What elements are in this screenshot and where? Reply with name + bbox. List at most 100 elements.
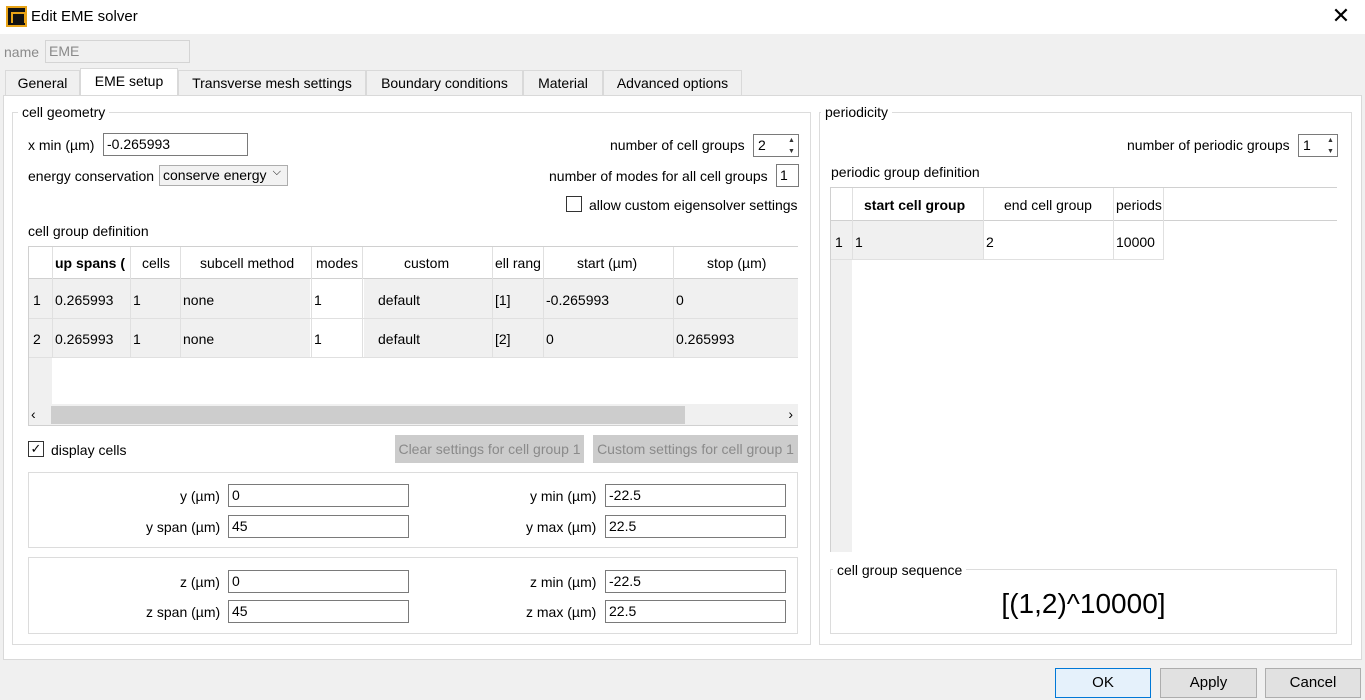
- col-header[interactable]: stop (µm): [704, 255, 769, 271]
- energy-conservation-label: energy conservation: [28, 168, 155, 184]
- y-label: y (µm): [180, 488, 220, 504]
- periods-cell[interactable]: 10000: [1113, 234, 1158, 250]
- stop-cell[interactable]: 0: [673, 292, 687, 308]
- cell-range-cell[interactable]: [2]: [492, 331, 514, 347]
- y-span-field[interactable]: 45: [228, 515, 409, 538]
- end-cell-group-cell[interactable]: 2: [983, 234, 997, 250]
- num-cell-groups-value: 2: [758, 137, 766, 153]
- y-span-label: y span (µm): [146, 519, 221, 535]
- num-cell-groups-spinbox[interactable]: 2 ▲ ▼: [753, 134, 799, 157]
- col-header[interactable]: start (µm): [574, 255, 640, 271]
- scroll-right-icon[interactable]: ›: [788, 406, 793, 422]
- allow-custom-checkbox[interactable]: [566, 196, 582, 212]
- clear-settings-button[interactable]: Clear settings for cell group 1: [395, 435, 584, 463]
- col-header[interactable]: modes: [313, 255, 361, 271]
- app-logo-icon: [6, 6, 27, 27]
- modes-cell[interactable]: 1: [311, 331, 325, 347]
- energy-conservation-value: conserve energy: [163, 167, 267, 183]
- chevron-down-icon: ⌵: [272, 166, 281, 178]
- subcell-method-cell[interactable]: none: [180, 331, 217, 347]
- y-min-label: y min (µm): [530, 488, 597, 504]
- cell-range-cell[interactable]: [1]: [492, 292, 514, 308]
- num-periodic-groups-spinbox[interactable]: 1 ▲ ▼: [1298, 134, 1338, 157]
- cell-group-sequence-value: [(1,2)^10000]: [1001, 588, 1166, 619]
- y-max-field[interactable]: 22.5: [605, 515, 786, 538]
- start-cell[interactable]: 0: [543, 331, 557, 347]
- group-span-cell[interactable]: 0.265993: [52, 331, 116, 347]
- cells-cell[interactable]: 1: [130, 292, 144, 308]
- energy-conservation-select[interactable]: conserve energy ⌵: [159, 165, 288, 186]
- z-span-field[interactable]: 45: [228, 600, 409, 623]
- cells-cell[interactable]: 1: [130, 331, 144, 347]
- y-field[interactable]: 0: [228, 484, 409, 507]
- start-cell-group-cell[interactable]: 1: [852, 234, 866, 250]
- col-header[interactable]: ell rang: [492, 255, 544, 271]
- col-header[interactable]: up spans (: [52, 255, 132, 271]
- x-min-label: x min (µm): [28, 137, 95, 153]
- spin-down-icon[interactable]: ▼: [1324, 146, 1337, 157]
- periodic-group-definition-title: periodic group definition: [831, 164, 980, 180]
- close-icon[interactable]: ✕: [1329, 4, 1353, 28]
- x-min-field[interactable]: -0.265993: [103, 133, 248, 156]
- tab-boundary-conditions[interactable]: Boundary conditions: [366, 70, 523, 95]
- periodicity-title: periodicity: [821, 104, 893, 120]
- custom-cell[interactable]: default: [375, 292, 423, 308]
- col-header[interactable]: end cell group: [1001, 197, 1095, 213]
- y-min-field[interactable]: -22.5: [605, 484, 786, 507]
- num-periodic-groups-label: number of periodic groups: [1127, 137, 1290, 153]
- subcell-method-cell[interactable]: none: [180, 292, 217, 308]
- cell-group-definition-title: cell group definition: [28, 223, 149, 239]
- display-cells-checkbox[interactable]: ✓: [28, 441, 44, 457]
- z-label: z (µm): [180, 574, 220, 590]
- custom-settings-button[interactable]: Custom settings for cell group 1: [593, 435, 798, 463]
- ok-button[interactable]: OK: [1055, 668, 1151, 698]
- cancel-button[interactable]: Cancel: [1265, 668, 1361, 698]
- cell-group-table: up spans ( cells subcell method modes cu…: [28, 246, 798, 426]
- z-max-label: z max (µm): [526, 604, 597, 620]
- periodic-group-table: start cell group end cell group periods …: [830, 187, 1337, 552]
- cell-group-sequence-title: cell group sequence: [833, 562, 967, 578]
- tab-general[interactable]: General: [5, 70, 80, 95]
- tab-advanced-options[interactable]: Advanced options: [603, 70, 742, 95]
- allow-custom-label: allow custom eigensolver settings: [589, 197, 798, 213]
- col-header[interactable]: periods: [1113, 197, 1165, 213]
- z-span-label: z span (µm): [146, 604, 221, 620]
- window-title: Edit EME solver: [31, 8, 138, 25]
- cell-geometry-title: cell geometry: [18, 104, 110, 120]
- name-label: name: [4, 44, 40, 60]
- num-periodic-groups-value: 1: [1303, 137, 1311, 153]
- z-min-field[interactable]: -22.5: [605, 570, 786, 593]
- spin-up-icon[interactable]: ▲: [785, 135, 798, 146]
- num-modes-label: number of modes for all cell groups: [549, 168, 768, 184]
- tab-transverse-mesh-settings[interactable]: Transverse mesh settings: [178, 70, 366, 95]
- spin-up-icon[interactable]: ▲: [1324, 135, 1337, 146]
- stop-cell[interactable]: 0.265993: [673, 331, 737, 347]
- group-span-cell[interactable]: 0.265993: [52, 292, 116, 308]
- spin-down-icon[interactable]: ▼: [785, 146, 798, 157]
- y-max-label: y max (µm): [526, 519, 597, 535]
- z-max-field[interactable]: 22.5: [605, 600, 786, 623]
- num-modes-field[interactable]: 1: [776, 164, 799, 187]
- start-cell[interactable]: -0.265993: [543, 292, 612, 308]
- title-bar: Edit EME solver ✕: [0, 0, 1365, 34]
- scrollbar-thumb[interactable]: [51, 406, 685, 424]
- num-cell-groups-label: number of cell groups: [610, 137, 745, 153]
- row-index: 2: [33, 331, 41, 347]
- scroll-left-icon[interactable]: ‹: [31, 406, 36, 422]
- col-header[interactable]: subcell method: [197, 255, 297, 271]
- z-min-label: z min (µm): [530, 574, 597, 590]
- row-index: 1: [33, 292, 41, 308]
- col-header[interactable]: custom: [401, 255, 452, 271]
- col-header[interactable]: cells: [139, 255, 173, 271]
- modes-cell[interactable]: 1: [311, 292, 325, 308]
- display-cells-label: display cells: [51, 442, 127, 458]
- apply-button[interactable]: Apply: [1160, 668, 1257, 698]
- tab-material[interactable]: Material: [523, 70, 603, 95]
- col-header[interactable]: start cell group: [861, 197, 968, 213]
- custom-cell[interactable]: default: [375, 331, 423, 347]
- horizontal-scrollbar[interactable]: ‹ ›: [29, 404, 798, 425]
- z-field[interactable]: 0: [228, 570, 409, 593]
- tab-eme-setup[interactable]: EME setup: [80, 68, 178, 96]
- row-index: 1: [835, 234, 843, 250]
- name-field[interactable]: EME: [45, 40, 190, 63]
